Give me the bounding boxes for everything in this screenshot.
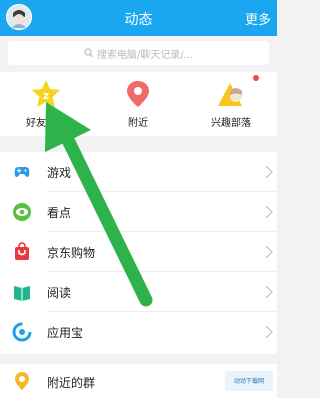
- list-item-label: 附近的群: [47, 376, 96, 390]
- list-item-kandian[interactable]: 看点: [0, 192, 277, 232]
- watermark-text: 动动下载网: [233, 377, 264, 385]
- nearby-entry[interactable]: 附近: [92, 72, 184, 136]
- tribe-icon: [218, 83, 242, 106]
- interest-tribe-label: 兴趣部落: [211, 118, 251, 129]
- notification-badge: [253, 75, 259, 81]
- chevron-right-icon: [265, 165, 273, 179]
- list-item-games[interactable]: 游戏: [0, 152, 277, 192]
- star-z-icon: z: [32, 80, 60, 107]
- nearby-label: 附近: [128, 118, 148, 129]
- list-item-reading[interactable]: 阅读: [0, 272, 277, 312]
- friends-feed-label: 好友动态: [26, 118, 66, 129]
- location-pin-icon: [127, 81, 149, 107]
- list-item-app-store[interactable]: 应用宝: [0, 312, 277, 352]
- top-bar: 动态 更多: [0, 0, 277, 36]
- chevron-right-icon: [265, 205, 273, 219]
- search-icon: [84, 48, 94, 58]
- feature-list: 游戏 看点 京东购物 阅读 应用宝: [0, 152, 277, 354]
- quick-entries: z 好友动态 附近 兴趣部落: [0, 72, 277, 136]
- page-title: 动态: [124, 12, 153, 28]
- chevron-right-icon: [265, 245, 273, 259]
- list-item-label: 看点: [47, 206, 72, 220]
- list-item-label: 阅读: [47, 286, 72, 300]
- interest-tribe-entry[interactable]: 兴趣部落: [185, 72, 277, 136]
- app-store-icon: [12, 322, 32, 342]
- more-button[interactable]: 更多: [245, 9, 271, 28]
- list-item-nearby-groups[interactable]: 附近的群 动动下载网: [0, 364, 277, 398]
- book-icon: [14, 286, 30, 301]
- list-item-label: 应用宝: [47, 326, 84, 340]
- svg-text:z: z: [43, 89, 49, 102]
- jd-bag-icon: [15, 242, 29, 260]
- eye-icon: [13, 203, 31, 221]
- friends-feed-entry[interactable]: z 好友动态: [0, 72, 92, 136]
- search-placeholder: 搜索电脑/聊天记录/...: [96, 49, 194, 61]
- gamepad-icon: [14, 167, 30, 177]
- list-item-jd-shopping[interactable]: 京东购物: [0, 232, 277, 272]
- list-item-label: 京东购物: [47, 246, 96, 260]
- nearby-group-icon: [15, 372, 29, 390]
- list-item-label: 游戏: [47, 166, 72, 180]
- watermark: 动动下载网: [225, 371, 273, 391]
- chevron-right-icon: [265, 325, 273, 339]
- chevron-right-icon: [265, 285, 273, 299]
- search-area: 搜索电脑/聊天记录/...: [0, 36, 277, 72]
- search-input[interactable]: 搜索电脑/聊天记录/...: [8, 41, 269, 65]
